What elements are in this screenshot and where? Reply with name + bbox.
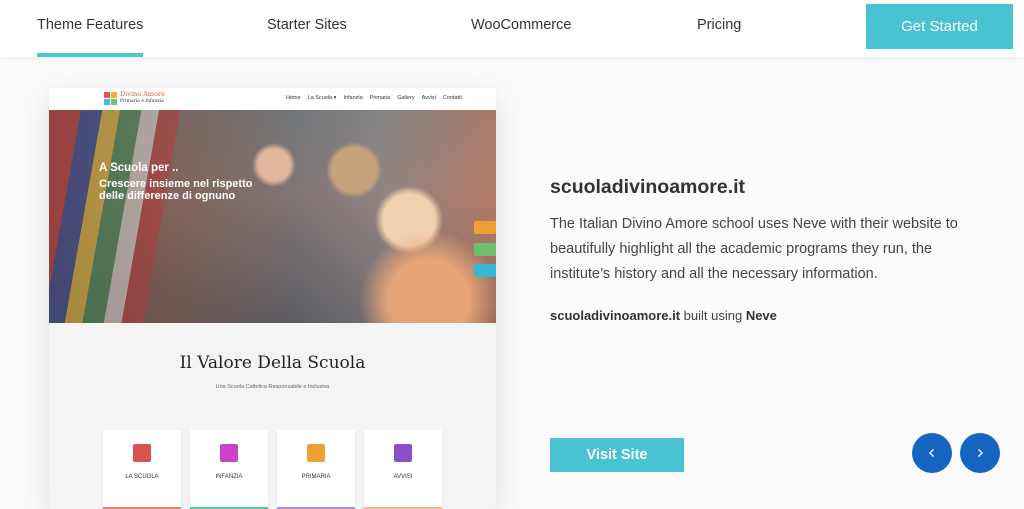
preview-menu-item: Primaria xyxy=(369,95,391,101)
side-tab xyxy=(474,221,496,234)
get-started-button[interactable]: Get Started xyxy=(866,4,1013,49)
nav-starter-sites[interactable]: Starter Sites xyxy=(267,0,347,57)
preview-box-primaria: PRIMARIA xyxy=(277,430,355,509)
chevron-left-icon xyxy=(929,449,934,457)
side-tab xyxy=(474,264,496,277)
preview-menu-item: Home xyxy=(286,95,301,101)
nav-pricing[interactable]: Pricing xyxy=(697,0,741,57)
nav-woocommerce[interactable]: WooCommerce xyxy=(471,0,571,57)
preview-box-label: AVVISI xyxy=(393,474,413,480)
built-theme-name: Neve xyxy=(745,308,777,323)
built-using-line: scuoladivinoamore.it built using Neve xyxy=(550,308,777,323)
preview-box-la-scuola: LA SCUOLA xyxy=(103,430,181,509)
visit-site-button[interactable]: Visit Site xyxy=(550,438,684,472)
nav-theme-features[interactable]: Theme Features xyxy=(37,0,144,57)
book-icon xyxy=(307,444,325,462)
preview-menu-item: Gallery xyxy=(397,95,415,101)
preview-subheading: Una Scuola Cattolica Responsabile e Incl… xyxy=(215,384,330,390)
preview-logo-subtitle: Primaria e Infanzia xyxy=(120,99,164,104)
built-site-name: scuoladivinoamore.it xyxy=(550,308,681,323)
preview-hero-title: A Scuola per .. xyxy=(99,162,179,174)
preview-menu-item: Avvisi xyxy=(421,95,436,101)
document-icon xyxy=(394,444,412,462)
built-text: built using xyxy=(680,308,746,323)
preview-heading: Il Valore Della Scuola xyxy=(179,353,366,373)
school-icon xyxy=(133,444,151,462)
top-nav: Theme Features Starter Sites WooCommerce… xyxy=(0,0,1024,57)
preview-box-label: LA SCUOLA xyxy=(125,474,159,480)
preview-menu: Home La Scuola ▾ Infanzia Primaria Galle… xyxy=(286,95,462,101)
preview-menu-item: Infanzia xyxy=(343,95,363,101)
preview-hero-subtitle: Crescere insieme nel rispetto delle diff… xyxy=(99,178,253,202)
next-button[interactable] xyxy=(960,433,1000,473)
preview-menu-item: La Scuola ▾ xyxy=(307,95,337,101)
prev-button[interactable] xyxy=(912,433,952,473)
preview-box-avvisi: AVVISI xyxy=(364,430,442,509)
preview-body: Il Valore Della Scuola Una Scuola Cattol… xyxy=(49,323,496,509)
preview-header: Divino Amore Primaria e Infanzia Home La… xyxy=(49,88,496,110)
preview-box-label: INFANZIA xyxy=(215,474,243,480)
site-preview: Divino Amore Primaria e Infanzia Home La… xyxy=(49,88,496,509)
preview-menu-item: Contatti xyxy=(442,95,462,101)
preview-logo-title: Divino Amore xyxy=(120,90,165,98)
puzzle-icon xyxy=(220,444,238,462)
preview-box-infanzia: INFANZIA xyxy=(190,430,268,509)
preview-hero-image: A Scuola per .. Crescere insieme nel ris… xyxy=(49,110,496,323)
chevron-right-icon xyxy=(978,449,983,457)
preview-box-label: PRIMARIA xyxy=(301,474,331,480)
preview-logo: Divino Amore Primaria e Infanzia xyxy=(104,91,165,105)
logo-blocks-icon xyxy=(104,91,117,105)
site-description: The Italian Divino Amore school uses Nev… xyxy=(550,216,958,282)
flags-decoration xyxy=(49,110,189,323)
side-tab xyxy=(474,243,496,256)
site-title: scuoladivinoamore.it xyxy=(550,176,746,198)
